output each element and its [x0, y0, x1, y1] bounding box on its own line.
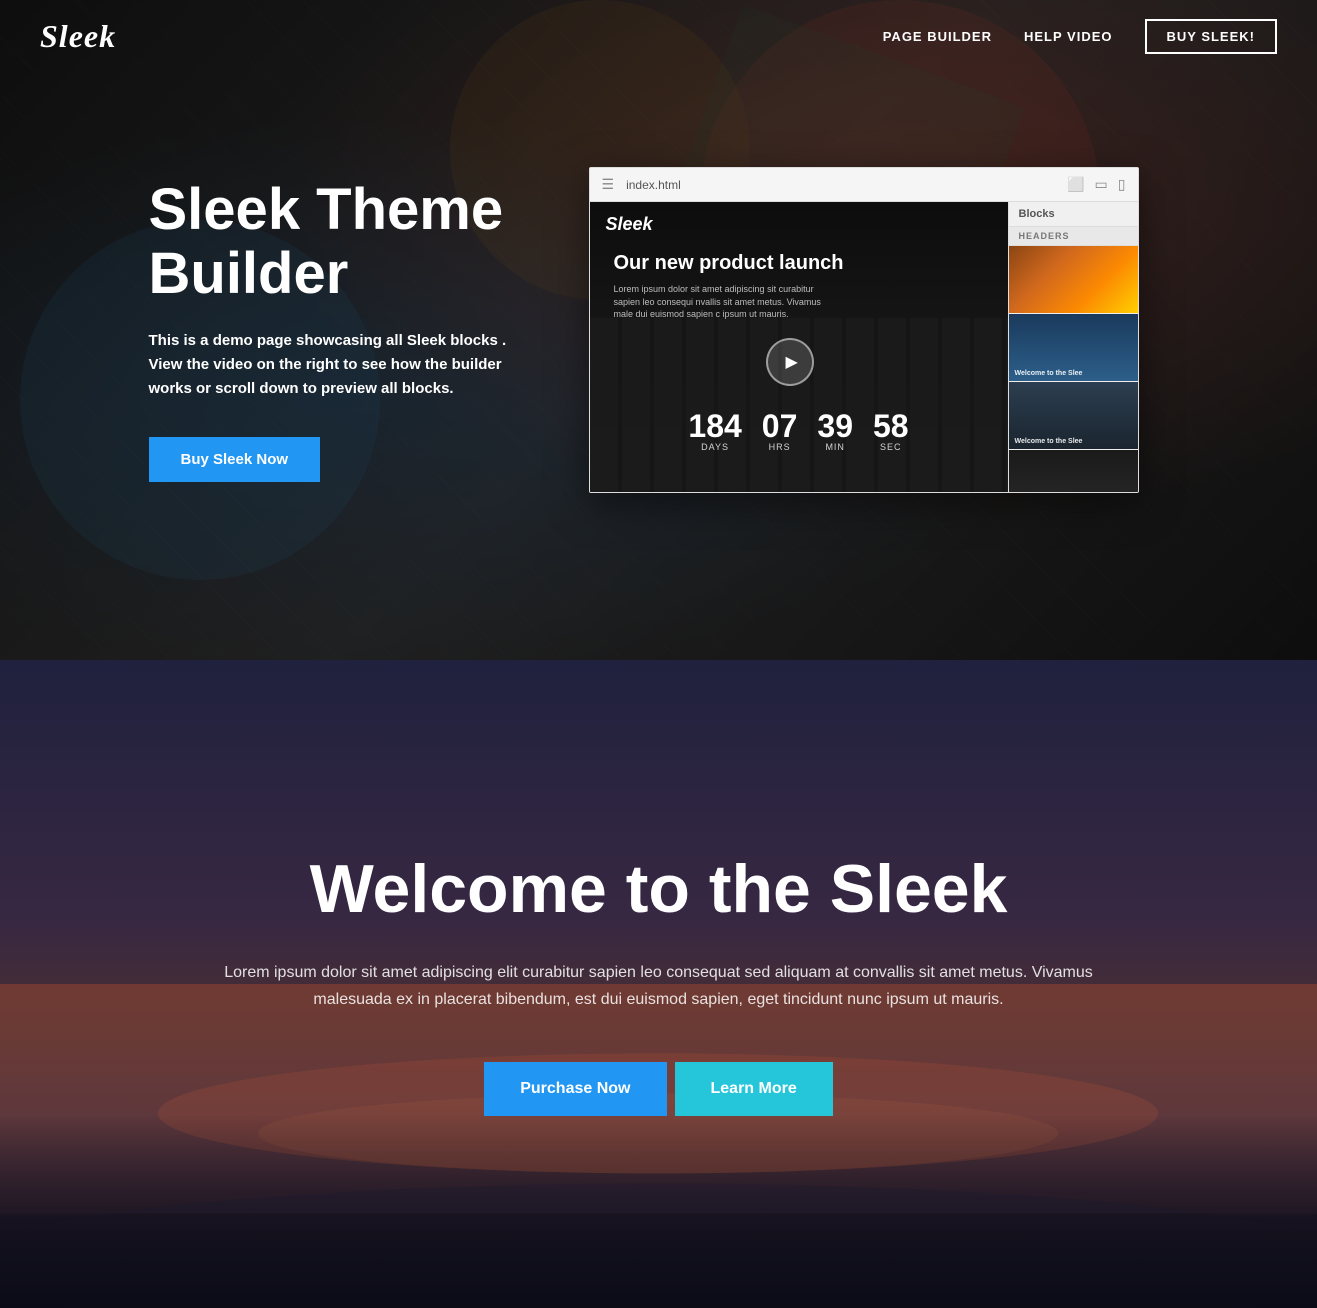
sidebar-item-3[interactable]: 190 08 19 10 — [1009, 450, 1138, 492]
mobile-icon[interactable]: ▯ — [1118, 176, 1126, 193]
sidebar-item-1[interactable]: Welcome to the Slee — [1009, 314, 1138, 382]
hero-content: Sleek Theme Builder This is a demo page … — [109, 167, 1209, 493]
site-header: Sleek PAGE BUILDER HELP VIDEO BUY SLEEK! — [0, 0, 1317, 73]
canvas-subtext: Lorem ipsum dolor sit amet adipiscing si… — [614, 283, 834, 321]
countdown-sec: 58 SEC — [873, 410, 909, 452]
canvas-heading: Our new product launch — [614, 252, 1008, 275]
nav-help-video[interactable]: HELP VIDEO — [1024, 29, 1113, 44]
nav-buy-sleek-button[interactable]: BUY SLEEK! — [1145, 19, 1278, 54]
canvas-logo: Sleek — [606, 214, 653, 235]
countdown-hrs: 07 HRS — [762, 410, 798, 452]
desktop-icon[interactable]: ⬜ — [1067, 176, 1084, 193]
sidebar-item-2[interactable]: Welcome to the Slee — [1009, 382, 1138, 450]
countdown-days-value: 184 — [688, 410, 741, 442]
sidebar-section-label: HEADERS — [1009, 227, 1138, 246]
countdown-sec-value: 58 — [873, 410, 909, 442]
purchase-now-button[interactable]: Purchase Now — [484, 1062, 666, 1116]
welcome-buttons: Purchase Now Learn More — [199, 1062, 1119, 1116]
countdown-days: 184 DAYS — [688, 410, 741, 452]
canvas-play-button[interactable] — [766, 338, 814, 386]
welcome-title: Welcome to the Sleek — [199, 852, 1119, 927]
builder-body: Sleek Our new product launch Lorem ipsum… — [590, 202, 1138, 492]
sidebar-item-1-text: Welcome to the Slee — [1015, 370, 1083, 377]
hero-section: Sleek Theme Builder This is a demo page … — [0, 0, 1317, 660]
buy-sleek-button[interactable]: Buy Sleek Now — [149, 437, 321, 482]
sidebar-item-2-text: Welcome to the Slee — [1015, 438, 1083, 445]
canvas-countdown: 184 DAYS 07 HRS 39 MIN — [590, 410, 1008, 452]
logo: Sleek — [40, 18, 116, 55]
device-icons: ⬜ ▭ ▯ — [1067, 176, 1125, 193]
welcome-section: Welcome to the Sleek Lorem ipsum dolor s… — [0, 660, 1317, 1308]
main-nav: PAGE BUILDER HELP VIDEO BUY SLEEK! — [883, 19, 1277, 54]
builder-canvas: Sleek Our new product launch Lorem ipsum… — [590, 202, 1008, 492]
builder-toolbar: ☰ index.html ⬜ ▭ ▯ — [590, 168, 1138, 202]
hero-left-panel: Sleek Theme Builder This is a demo page … — [149, 178, 529, 483]
learn-more-button[interactable]: Learn More — [675, 1062, 833, 1116]
builder-sidebar: Blocks HEADERS Welcome to the Slee — [1008, 202, 1138, 492]
countdown-min: 39 MIN — [817, 410, 853, 452]
tablet-icon[interactable]: ▭ — [1095, 176, 1108, 193]
hero-right-panel: ☰ index.html ⬜ ▭ ▯ — [589, 167, 1169, 493]
sidebar-blocks-header: Blocks — [1009, 202, 1138, 227]
builder-preview: ☰ index.html ⬜ ▭ ▯ — [589, 167, 1139, 493]
canvas-text: Our new product launch Lorem ipsum dolor… — [590, 252, 1008, 321]
hero-description: This is a demo page showcasing all Sleek… — [149, 329, 529, 401]
welcome-description: Lorem ipsum dolor sit amet adipiscing el… — [199, 959, 1119, 1013]
countdown-hrs-value: 07 — [762, 410, 798, 442]
nav-page-builder[interactable]: PAGE BUILDER — [883, 29, 992, 44]
countdown-min-value: 39 — [817, 410, 853, 442]
welcome-content: Welcome to the Sleek Lorem ipsum dolor s… — [199, 852, 1119, 1115]
menu-icon: ☰ — [602, 176, 615, 193]
hero-title: Sleek Theme Builder — [149, 178, 529, 306]
sidebar-item-0[interactable] — [1009, 246, 1138, 314]
builder-url: index.html — [626, 178, 1055, 192]
